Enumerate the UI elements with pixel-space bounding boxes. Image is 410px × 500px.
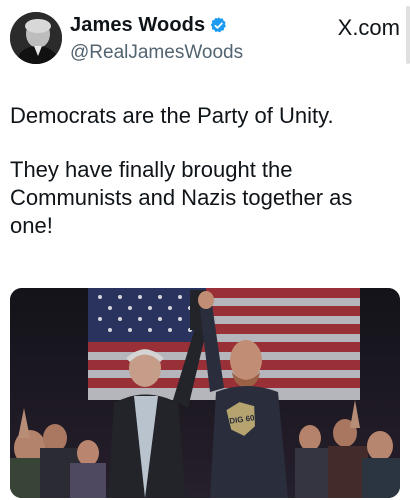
- post-media-photo[interactable]: DIG 60: [10, 288, 400, 498]
- post-card: James Woods @RealJamesWoods X.com Democr…: [0, 0, 410, 500]
- post-text: Democrats are the Party of Unity. They h…: [10, 102, 400, 240]
- post-text-line: Democrats are the Party of Unity.: [10, 103, 334, 128]
- author-name-row: James Woods: [70, 14, 228, 37]
- author-handle[interactable]: @RealJamesWoods: [70, 42, 243, 64]
- author-display-name[interactable]: James Woods: [70, 14, 205, 37]
- rally-photo-image: DIG 60: [10, 288, 400, 498]
- source-label: X.com: [337, 15, 400, 40]
- scrollbar[interactable]: [406, 6, 410, 64]
- person-portrait-icon: [10, 12, 62, 64]
- post-header: James Woods @RealJamesWoods X.com: [10, 6, 402, 72]
- verified-badge-icon: [210, 17, 227, 33]
- post-text-line: They have finally brought the Communists…: [10, 157, 353, 238]
- author-avatar[interactable]: [10, 12, 62, 64]
